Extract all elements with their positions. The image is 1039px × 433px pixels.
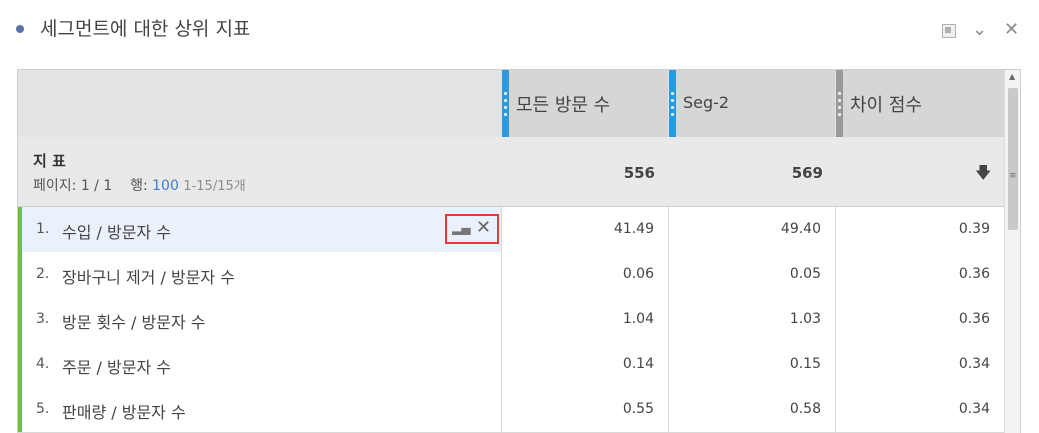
column-header-row: 모든 방문 수 Seg-2 차이 점수 [18,70,1004,138]
rows-per-page-select[interactable]: 100 [152,178,179,194]
row-rank: 5. [36,401,50,417]
column-drag-handle[interactable] [836,70,843,137]
freeform-table: 모든 방문 수 Seg-2 차이 점수 지 표 페이지: 1 / 1 행: 10… [17,69,1021,433]
row-name-cell[interactable]: 4. 주문 / 방문자 수 [22,342,502,387]
page-label: 페이지: [33,178,77,194]
close-icon[interactable]: ✕ [476,217,491,238]
column-header-difference-score[interactable]: 차이 점수 [836,70,1004,137]
column-label: Seg-2 [683,93,730,112]
scroll-thumb[interactable]: ≡ [1008,88,1018,230]
table-row[interactable]: 2. 장바구니 제거 / 방문자 수 0.06 0.05 0.36 [18,252,1004,298]
value-cell: 0.05 [669,252,836,297]
row-rank: 3. [36,311,50,327]
page-value[interactable]: 1 / 1 [81,178,112,194]
close-icon[interactable]: ✕ [1004,20,1019,40]
metric-name: 주문 / 방문자 수 [62,358,171,377]
value-cell: 41.49 [502,207,669,252]
metric-name: 방문 횟수 / 방문자 수 [62,313,206,332]
value-cell: 1.03 [669,297,836,342]
pagination-info: 페이지: 1 / 1 행: 100 1-15/15개 [33,175,246,195]
value-cell: 0.39 [958,221,990,237]
value-cell: 49.40 [669,207,836,252]
dimension-title: 지 표 [33,152,66,170]
rows-label: 행: [130,178,148,194]
column-drag-handle[interactable] [502,70,509,137]
value-cell: 0.58 [669,387,836,432]
value-cell: 0.36 [958,311,990,327]
row-actions: ▂▄ ✕ [445,214,499,244]
panel-bullet [16,25,24,33]
value-cell: 0.36 [958,266,990,282]
scroll-up-arrow-icon[interactable]: ▲ [1009,72,1015,81]
value-cell: 0.15 [669,342,836,387]
value-cell: 1.04 [502,297,669,342]
value-cell: 0.14 [502,342,669,387]
vertical-scrollbar[interactable]: ▲ ≡ [1004,70,1020,433]
row-rank: 1. [36,221,50,237]
sort-down-arrow-icon[interactable]: 🡇 [975,162,991,189]
table-row[interactable]: 5. 판매량 / 방문자 수 0.55 0.58 0.34 [18,387,1004,433]
table-row[interactable]: 1. 수입 / 방문자 수 ▂▄ ✕ 41.49 49.40 0.39 [18,207,1004,253]
row-name-cell[interactable]: 3. 방문 횟수 / 방문자 수 [22,297,502,342]
column-header-seg-2[interactable]: Seg-2 [669,70,835,137]
chevron-down-icon[interactable]: ⌄ [972,20,987,40]
grip-lines-icon: ≡ [1009,171,1017,181]
table-row[interactable]: 3. 방문 횟수 / 방문자 수 1.04 1.03 0.36 [18,297,1004,343]
table-row[interactable]: 4. 주문 / 방문자 수 0.14 0.15 0.34 [18,342,1004,388]
value-cell: 0.34 [958,401,990,417]
row-rank: 2. [36,266,50,282]
panel-title: 세그먼트에 대한 상위 지표 [40,18,251,40]
metric-name: 수입 / 방문자 수 [62,223,171,242]
maximize-icon[interactable] [942,24,956,38]
column-total: 556 [623,164,655,182]
summary-row: 지 표 페이지: 1 / 1 행: 100 1-15/15개 556 569 🡇 [18,137,1004,207]
value-cell: 0.06 [502,252,669,297]
column-total: 569 [791,164,823,182]
row-rank: 4. [36,356,50,372]
row-name-cell[interactable]: 2. 장바구니 제거 / 방문자 수 [22,252,502,297]
breakdown-icon[interactable]: ▂▄ [452,221,470,235]
panel-header: 세그먼트에 대한 상위 지표 ⌄ ✕ [0,0,1039,62]
row-range: 1-15/15개 [183,179,246,194]
metric-name: 판매량 / 방문자 수 [62,403,186,422]
value-cell: 0.34 [958,356,990,372]
value-cell: 0.55 [502,387,669,432]
column-drag-handle[interactable] [669,70,676,137]
row-name-cell[interactable]: 1. 수입 / 방문자 수 ▂▄ ✕ [22,207,502,252]
column-label: 차이 점수 [850,95,922,116]
column-label: 모든 방문 수 [516,95,611,116]
column-header-all-visits[interactable]: 모든 방문 수 [502,70,668,137]
row-name-cell[interactable]: 5. 판매량 / 방문자 수 [22,387,502,432]
metric-name: 장바구니 제거 / 방문자 수 [62,268,235,287]
